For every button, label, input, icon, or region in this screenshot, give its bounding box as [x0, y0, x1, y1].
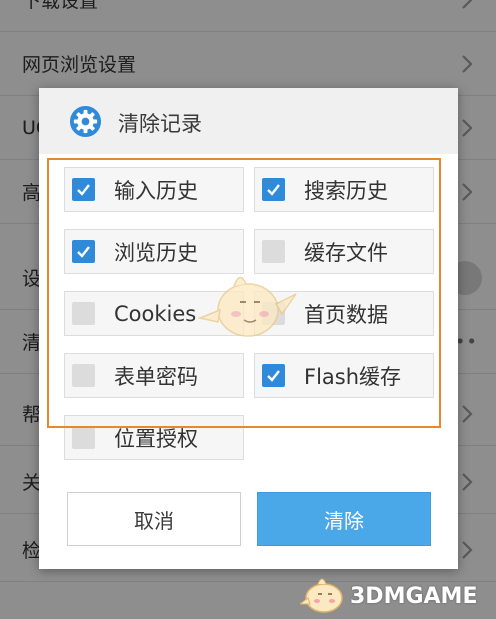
mascot-watermark-icon — [197, 276, 297, 337]
dialog-header: 清除记录 — [39, 88, 458, 154]
checkbox-unchecked[interactable] — [72, 426, 95, 449]
gear-icon — [69, 105, 102, 138]
watermark-text: 3DMGAME — [350, 584, 478, 609]
clear-button[interactable]: 清除 — [257, 492, 431, 546]
cancel-button[interactable]: 取消 — [67, 492, 241, 546]
dialog-title: 清除记录 — [118, 112, 202, 136]
3dmgame-logo-icon — [300, 578, 343, 613]
